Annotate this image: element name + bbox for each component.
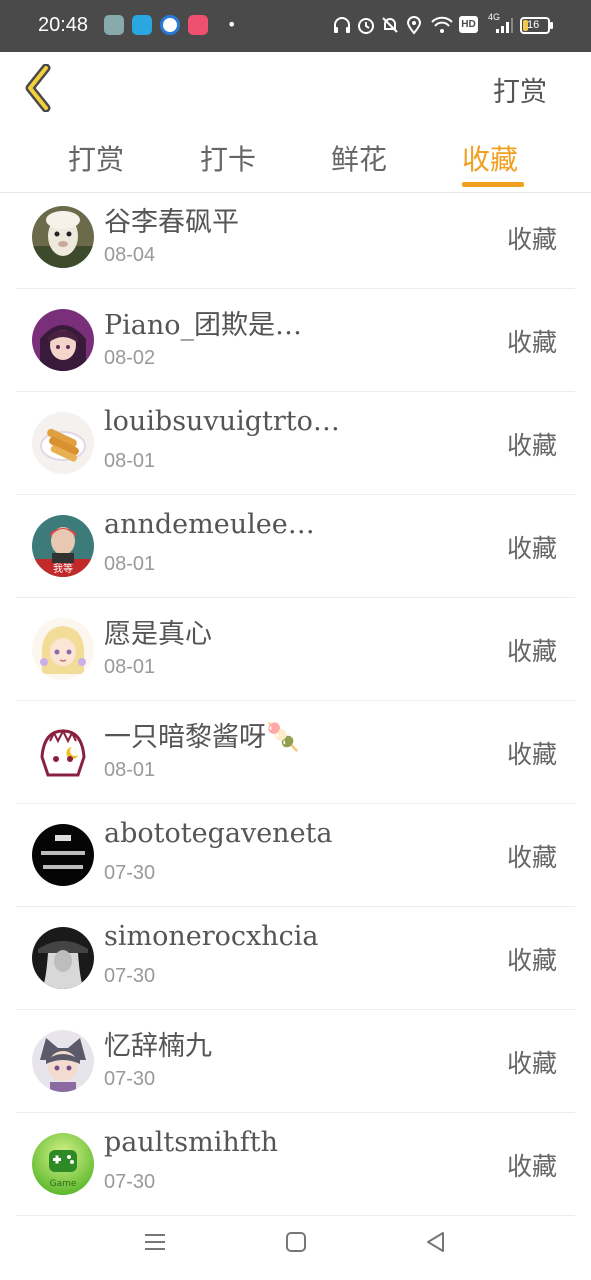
- item-date: 07-30: [104, 1068, 156, 1090]
- item-date: 07-30: [104, 965, 156, 987]
- menu-icon[interactable]: [143, 1230, 167, 1254]
- avatar[interactable]: [32, 1030, 94, 1092]
- favorite-label: 收藏: [506, 1049, 557, 1078]
- list-item[interactable]: 一只暗黎酱呀🍡 08-01 收藏: [16, 701, 575, 804]
- telegram-icon: [132, 15, 152, 35]
- back-nav-icon[interactable]: [424, 1230, 448, 1254]
- list-item[interactable]: abototegaveneta 07-30 收藏: [16, 804, 575, 907]
- avatar[interactable]: Game: [32, 1133, 94, 1195]
- back-button[interactable]: [18, 63, 62, 113]
- favorites-list: 谷李春砜平 08-04 收藏 Piano_团欺是… 08-02 收藏 louib…: [16, 186, 575, 1216]
- tab-reward[interactable]: 打赏: [68, 138, 124, 178]
- user-name: Piano_团欺是…: [104, 310, 303, 341]
- video-app-icon: [188, 15, 208, 35]
- battery-level: 16: [527, 19, 540, 31]
- favorite-label: 收藏: [506, 225, 557, 254]
- item-date: 08-02: [104, 347, 156, 369]
- user-name: anndemeulee…: [104, 509, 315, 540]
- list-item[interactable]: 愿是真心 08-01 收藏: [16, 598, 575, 701]
- avatar[interactable]: [32, 206, 94, 268]
- list-item[interactable]: simonerocxhcia 07-30 收藏: [16, 907, 575, 1010]
- hd-badge: HD: [459, 16, 478, 33]
- favorite-label: 收藏: [506, 637, 557, 666]
- list-item[interactable]: 谷李春砜平 08-04 收藏: [16, 186, 575, 289]
- wifi-icon: [431, 16, 453, 33]
- list-item[interactable]: Piano_团欺是… 08-02 收藏: [16, 289, 575, 392]
- avatar[interactable]: [32, 412, 94, 474]
- mute-bell-icon: [382, 17, 398, 33]
- list-item[interactable]: Game paultsmihfth 07-30 收藏: [16, 1113, 575, 1216]
- alarm-icon: [358, 18, 374, 34]
- item-date: 07-30: [104, 862, 156, 884]
- user-name: abototegaveneta: [104, 818, 333, 849]
- status-bar: 20:48 • HD 4G 16: [0, 0, 591, 52]
- list-item[interactable]: 忆辞楠九 07-30 收藏: [16, 1010, 575, 1113]
- favorite-label: 收藏: [506, 431, 557, 460]
- favorite-label: 收藏: [506, 843, 557, 872]
- more-notifications-dot: •: [227, 15, 237, 34]
- user-name: 忆辞楠九: [104, 1031, 212, 1062]
- tab-bar: 打赏 打卡 鲜花 收藏: [0, 128, 591, 193]
- battery-tip: [550, 22, 553, 29]
- user-name: 谷李春砜平: [104, 207, 239, 238]
- user-name: paultsmihfth: [104, 1127, 278, 1158]
- home-icon[interactable]: [284, 1230, 308, 1254]
- chevron-left-icon: [25, 63, 51, 113]
- item-date: 07-30: [104, 1171, 156, 1193]
- user-name: louibsuvuigtrto…: [104, 406, 340, 437]
- avatar[interactable]: [32, 824, 94, 886]
- tab-checkin[interactable]: 打卡: [200, 138, 256, 178]
- item-date: 08-01: [104, 759, 156, 781]
- item-date: 08-04: [104, 244, 156, 266]
- user-name: 愿是真心: [104, 619, 212, 650]
- location-icon: [406, 16, 422, 35]
- signal-icon: [496, 18, 513, 33]
- favorite-label: 收藏: [506, 328, 557, 357]
- avatar[interactable]: 我等: [32, 515, 94, 577]
- favorite-label: 收藏: [506, 740, 557, 769]
- avatar[interactable]: [32, 618, 94, 680]
- browser-icon: [160, 15, 180, 35]
- item-date: 08-01: [104, 656, 156, 678]
- user-name: 一只暗黎酱呀🍡: [104, 722, 300, 753]
- svg-text:我等: 我等: [53, 562, 73, 575]
- favorite-label: 收藏: [506, 946, 557, 975]
- tab-favorites[interactable]: 收藏: [462, 138, 518, 178]
- avatar[interactable]: [32, 721, 94, 783]
- item-date: 08-01: [104, 553, 156, 575]
- tab-flowers[interactable]: 鲜花: [331, 138, 387, 178]
- headphones-icon: [334, 17, 350, 33]
- favorite-label: 收藏: [506, 1152, 557, 1181]
- header: 打赏: [0, 52, 591, 124]
- list-item[interactable]: 我等 anndemeulee… 08-01 收藏: [16, 495, 575, 598]
- status-time: 20:48: [38, 14, 89, 36]
- favorite-label: 收藏: [506, 534, 557, 563]
- system-nav-bar: [0, 1210, 591, 1280]
- avatar[interactable]: [32, 927, 94, 989]
- battery-icon: 16: [520, 17, 550, 34]
- svg-text:Game: Game: [50, 1179, 77, 1189]
- app-notification-icon: [104, 15, 124, 35]
- user-name: simonerocxhcia: [104, 921, 319, 952]
- reward-header-button[interactable]: 打赏: [493, 70, 547, 109]
- avatar[interactable]: [32, 309, 94, 371]
- item-date: 08-01: [104, 450, 156, 472]
- list-item[interactable]: louibsuvuigtrto… 08-01 收藏: [16, 392, 575, 495]
